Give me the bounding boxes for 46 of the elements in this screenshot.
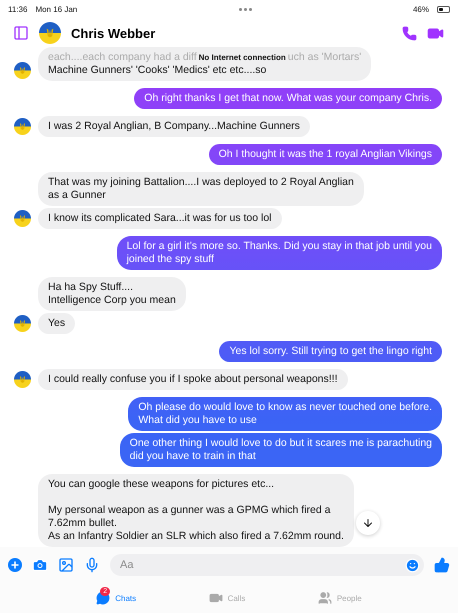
avatar (14, 62, 31, 79)
message-bubble: Oh I thought it was the 1 royal Anglian Vikings (208, 144, 442, 165)
message-bubble: I could really confuse you if I spoke about personal weapons!!! (38, 369, 348, 390)
message-bubble: Oh right thanks I get that now. What was your company Chris. (134, 88, 442, 109)
message-bubble: Yes lol sorry. Still trying to get the lingo right (219, 341, 442, 362)
tab-label: People (336, 594, 362, 602)
message-bubble: I was 2 Royal Anglian, B Company...Machine Gunners (38, 116, 310, 137)
phone-icon[interactable] (402, 26, 417, 40)
avatar (14, 371, 31, 388)
avatar (14, 210, 31, 227)
camera-button[interactable] (32, 557, 48, 573)
tab-label: Chats (115, 594, 136, 602)
add-button[interactable] (8, 558, 22, 572)
connection-notice: No Internet connection (198, 52, 286, 64)
tab[interactable]: Calls (202, 590, 252, 606)
battery-percentage: 46% (412, 5, 429, 14)
emoji-icon[interactable] (405, 558, 420, 572)
avatar (14, 315, 31, 332)
avatar (14, 118, 31, 135)
faded-message-text: uch as 'Mortars' (288, 51, 362, 64)
message-bubble: Ha ha Spy Stuff.... Intelligence Corp you mean (38, 277, 186, 311)
like-button[interactable] (434, 557, 450, 573)
message-bubble: You can google these weapons for pictures etc... My personal weapon as a gunner was a GPMG which fired a 7.62mm bullet. As an Infantry Soldier an SLR which also fired a 7.62mm round. (38, 474, 354, 547)
scroll-down-button[interactable] (356, 511, 380, 535)
video-camera-icon (208, 591, 223, 605)
tab-label: Calls (228, 594, 246, 602)
time: 11:36 (8, 5, 28, 14)
message-field[interactable]: Aa (110, 554, 424, 576)
battery-icon (437, 6, 450, 13)
message-bubble: each....each company had a diff No Internet connection uch as 'Mortars' Machine Gunners' 'Cooks' 'Medics' etc etc....so (38, 47, 372, 81)
date: Mon 16 Jan (35, 5, 78, 14)
message-bubble: One other thing I would love to do but it scares me is parachuting did you have to train in that (120, 433, 442, 467)
microphone-button[interactable] (84, 557, 100, 573)
faded-message-text: each....each company had a diff (48, 51, 197, 64)
contact-name[interactable]: Chris Webber (71, 26, 392, 40)
message-bubble: Lol for a girl it’s more so. Thanks. Did you stay in that job until you joined the spy stuff (116, 236, 442, 270)
image-button[interactable] (58, 557, 74, 573)
message-bubble: Yes (38, 313, 76, 334)
people-icon (318, 591, 332, 605)
arrow-down-icon (362, 517, 374, 529)
message-bubble: I know its complicated Sara...it was for us too lol (38, 208, 282, 229)
message-bubble: That was my joining Battalion....I was deployed to 2 Royal Anglian as a Gunner (38, 172, 364, 206)
sidebar-icon[interactable] (13, 25, 29, 41)
message-bubble: Oh please do would love to know as never touched one before. What did you have to use (128, 397, 442, 431)
tab[interactable]: People (312, 590, 368, 606)
avatar (39, 22, 61, 44)
